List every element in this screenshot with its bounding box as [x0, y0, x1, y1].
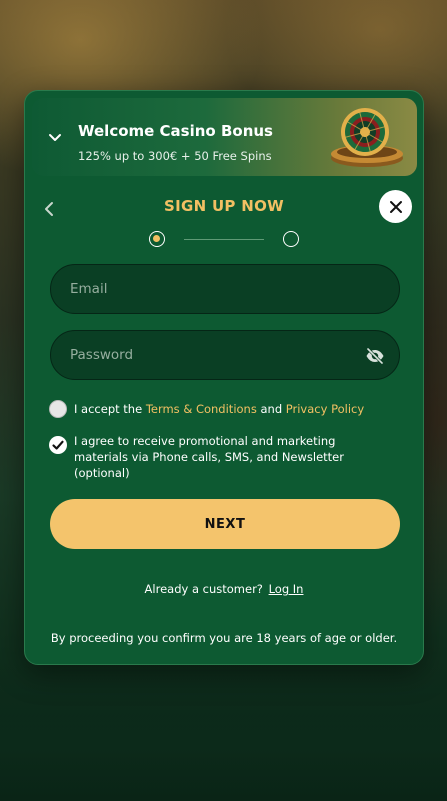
email-field[interactable] [50, 264, 400, 314]
terms-checkbox[interactable] [49, 400, 67, 418]
age-note: By proceeding you confirm you are 18 yea… [50, 631, 398, 645]
background-fade [0, 661, 447, 801]
terms-and: and [256, 402, 286, 416]
step-1-dot [149, 231, 165, 247]
privacy-link[interactable]: Privacy Policy [286, 402, 364, 416]
eye-slash-icon[interactable] [365, 346, 385, 366]
terms-link[interactable]: Terms & Conditions [146, 402, 257, 416]
bonus-subtitle: 125% up to 300€ + 50 Free Spins [78, 149, 272, 163]
email-input[interactable] [51, 265, 399, 313]
form-title: SIGN UP NOW [163, 197, 285, 215]
step-2-dot [283, 231, 299, 247]
form-header: SIGN UP NOW [25, 191, 423, 231]
roulette-wheel-icon [331, 108, 403, 167]
terms-row: I accept the Terms & Conditions and Priv… [49, 400, 389, 420]
bonus-title: Welcome Casino Bonus [78, 122, 273, 140]
marketing-text: I agree to receive promotional and marke… [74, 434, 344, 480]
password-input[interactable] [51, 331, 399, 379]
login-link[interactable]: Log In [269, 582, 304, 596]
password-field[interactable] [50, 330, 400, 380]
marketing-checkbox[interactable] [49, 436, 67, 454]
chevron-down-icon[interactable] [46, 128, 64, 146]
close-button[interactable] [379, 190, 412, 223]
next-button[interactable]: NEXT [50, 499, 400, 549]
step-connector [184, 238, 264, 240]
welcome-bonus-banner[interactable]: Welcome Casino Bonus 125% up to 300€ + 5… [32, 98, 417, 176]
step-indicator [149, 231, 299, 249]
checkmark-icon [52, 440, 64, 450]
terms-text: I accept the Terms & Conditions and Priv… [74, 401, 364, 417]
terms-prefix: I accept the [74, 402, 146, 416]
signup-modal: Welcome Casino Bonus 125% up to 300€ + 5… [24, 90, 424, 665]
close-icon [389, 200, 402, 213]
marketing-row: I agree to receive promotional and marke… [49, 432, 389, 482]
login-prompt: Already a customer? Log In [25, 582, 423, 596]
already-customer-text: Already a customer? [144, 582, 263, 596]
